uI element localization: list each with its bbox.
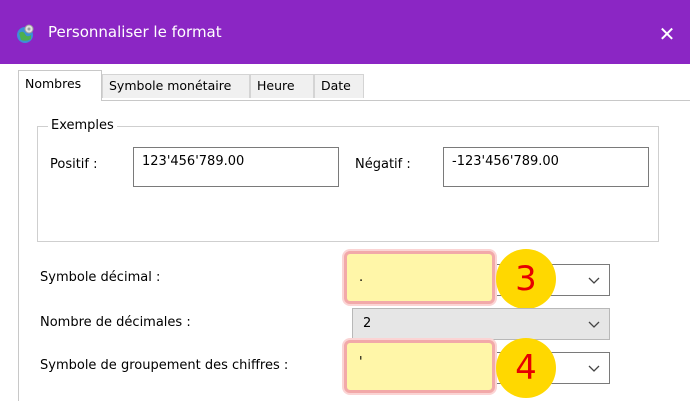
negative-example-field: -123'456'789.00 bbox=[443, 147, 649, 187]
grouping-symbol-highlight: ' bbox=[344, 340, 495, 393]
tab-label: Date bbox=[321, 78, 351, 93]
decimal-places-select[interactable]: 2 bbox=[352, 308, 610, 340]
tab-label: Heure bbox=[257, 78, 295, 93]
tab-nombres[interactable]: Nombres bbox=[18, 70, 102, 101]
negative-label: Négatif : bbox=[355, 157, 411, 172]
decimal-symbol-label: Symbole décimal : bbox=[40, 270, 161, 285]
positive-example-value: 123'456'789.00 bbox=[142, 154, 245, 169]
decimal-places-label: Nombre de décimales : bbox=[40, 315, 191, 330]
globe-settings-icon bbox=[17, 24, 34, 43]
grouping-symbol-value: ' bbox=[359, 355, 363, 370]
decimal-symbol-highlight: . bbox=[344, 251, 495, 304]
tab-date[interactable]: Date bbox=[314, 74, 364, 98]
window-title: Personnaliser le format bbox=[48, 23, 222, 41]
tab-label: Nombres bbox=[25, 76, 82, 91]
tab-label: Symbole monétaire bbox=[109, 78, 232, 93]
positive-label: Positif : bbox=[50, 157, 98, 172]
chevron-down-icon bbox=[588, 365, 600, 372]
title-bar: Personnaliser le format ✕ bbox=[0, 0, 690, 64]
close-icon: ✕ bbox=[658, 22, 676, 46]
positive-example-field: 123'456'789.00 bbox=[133, 147, 339, 187]
decimal-places-value: 2 bbox=[363, 316, 372, 331]
negative-example-value: -123'456'789.00 bbox=[452, 154, 559, 169]
chevron-down-icon bbox=[588, 321, 600, 328]
tab-heure[interactable]: Heure bbox=[250, 74, 314, 98]
grouping-symbol-label: Symbole de groupement des chiffres : bbox=[40, 358, 289, 373]
step-badge-4: 4 bbox=[496, 338, 556, 398]
examples-legend: Exemples bbox=[48, 118, 117, 133]
decimal-symbol-value: . bbox=[359, 270, 364, 285]
tab-symbole-monetaire[interactable]: Symbole monétaire bbox=[102, 74, 250, 98]
close-button[interactable]: ✕ bbox=[644, 14, 690, 54]
chevron-down-icon bbox=[588, 277, 600, 284]
step-badge-3: 3 bbox=[496, 249, 556, 309]
